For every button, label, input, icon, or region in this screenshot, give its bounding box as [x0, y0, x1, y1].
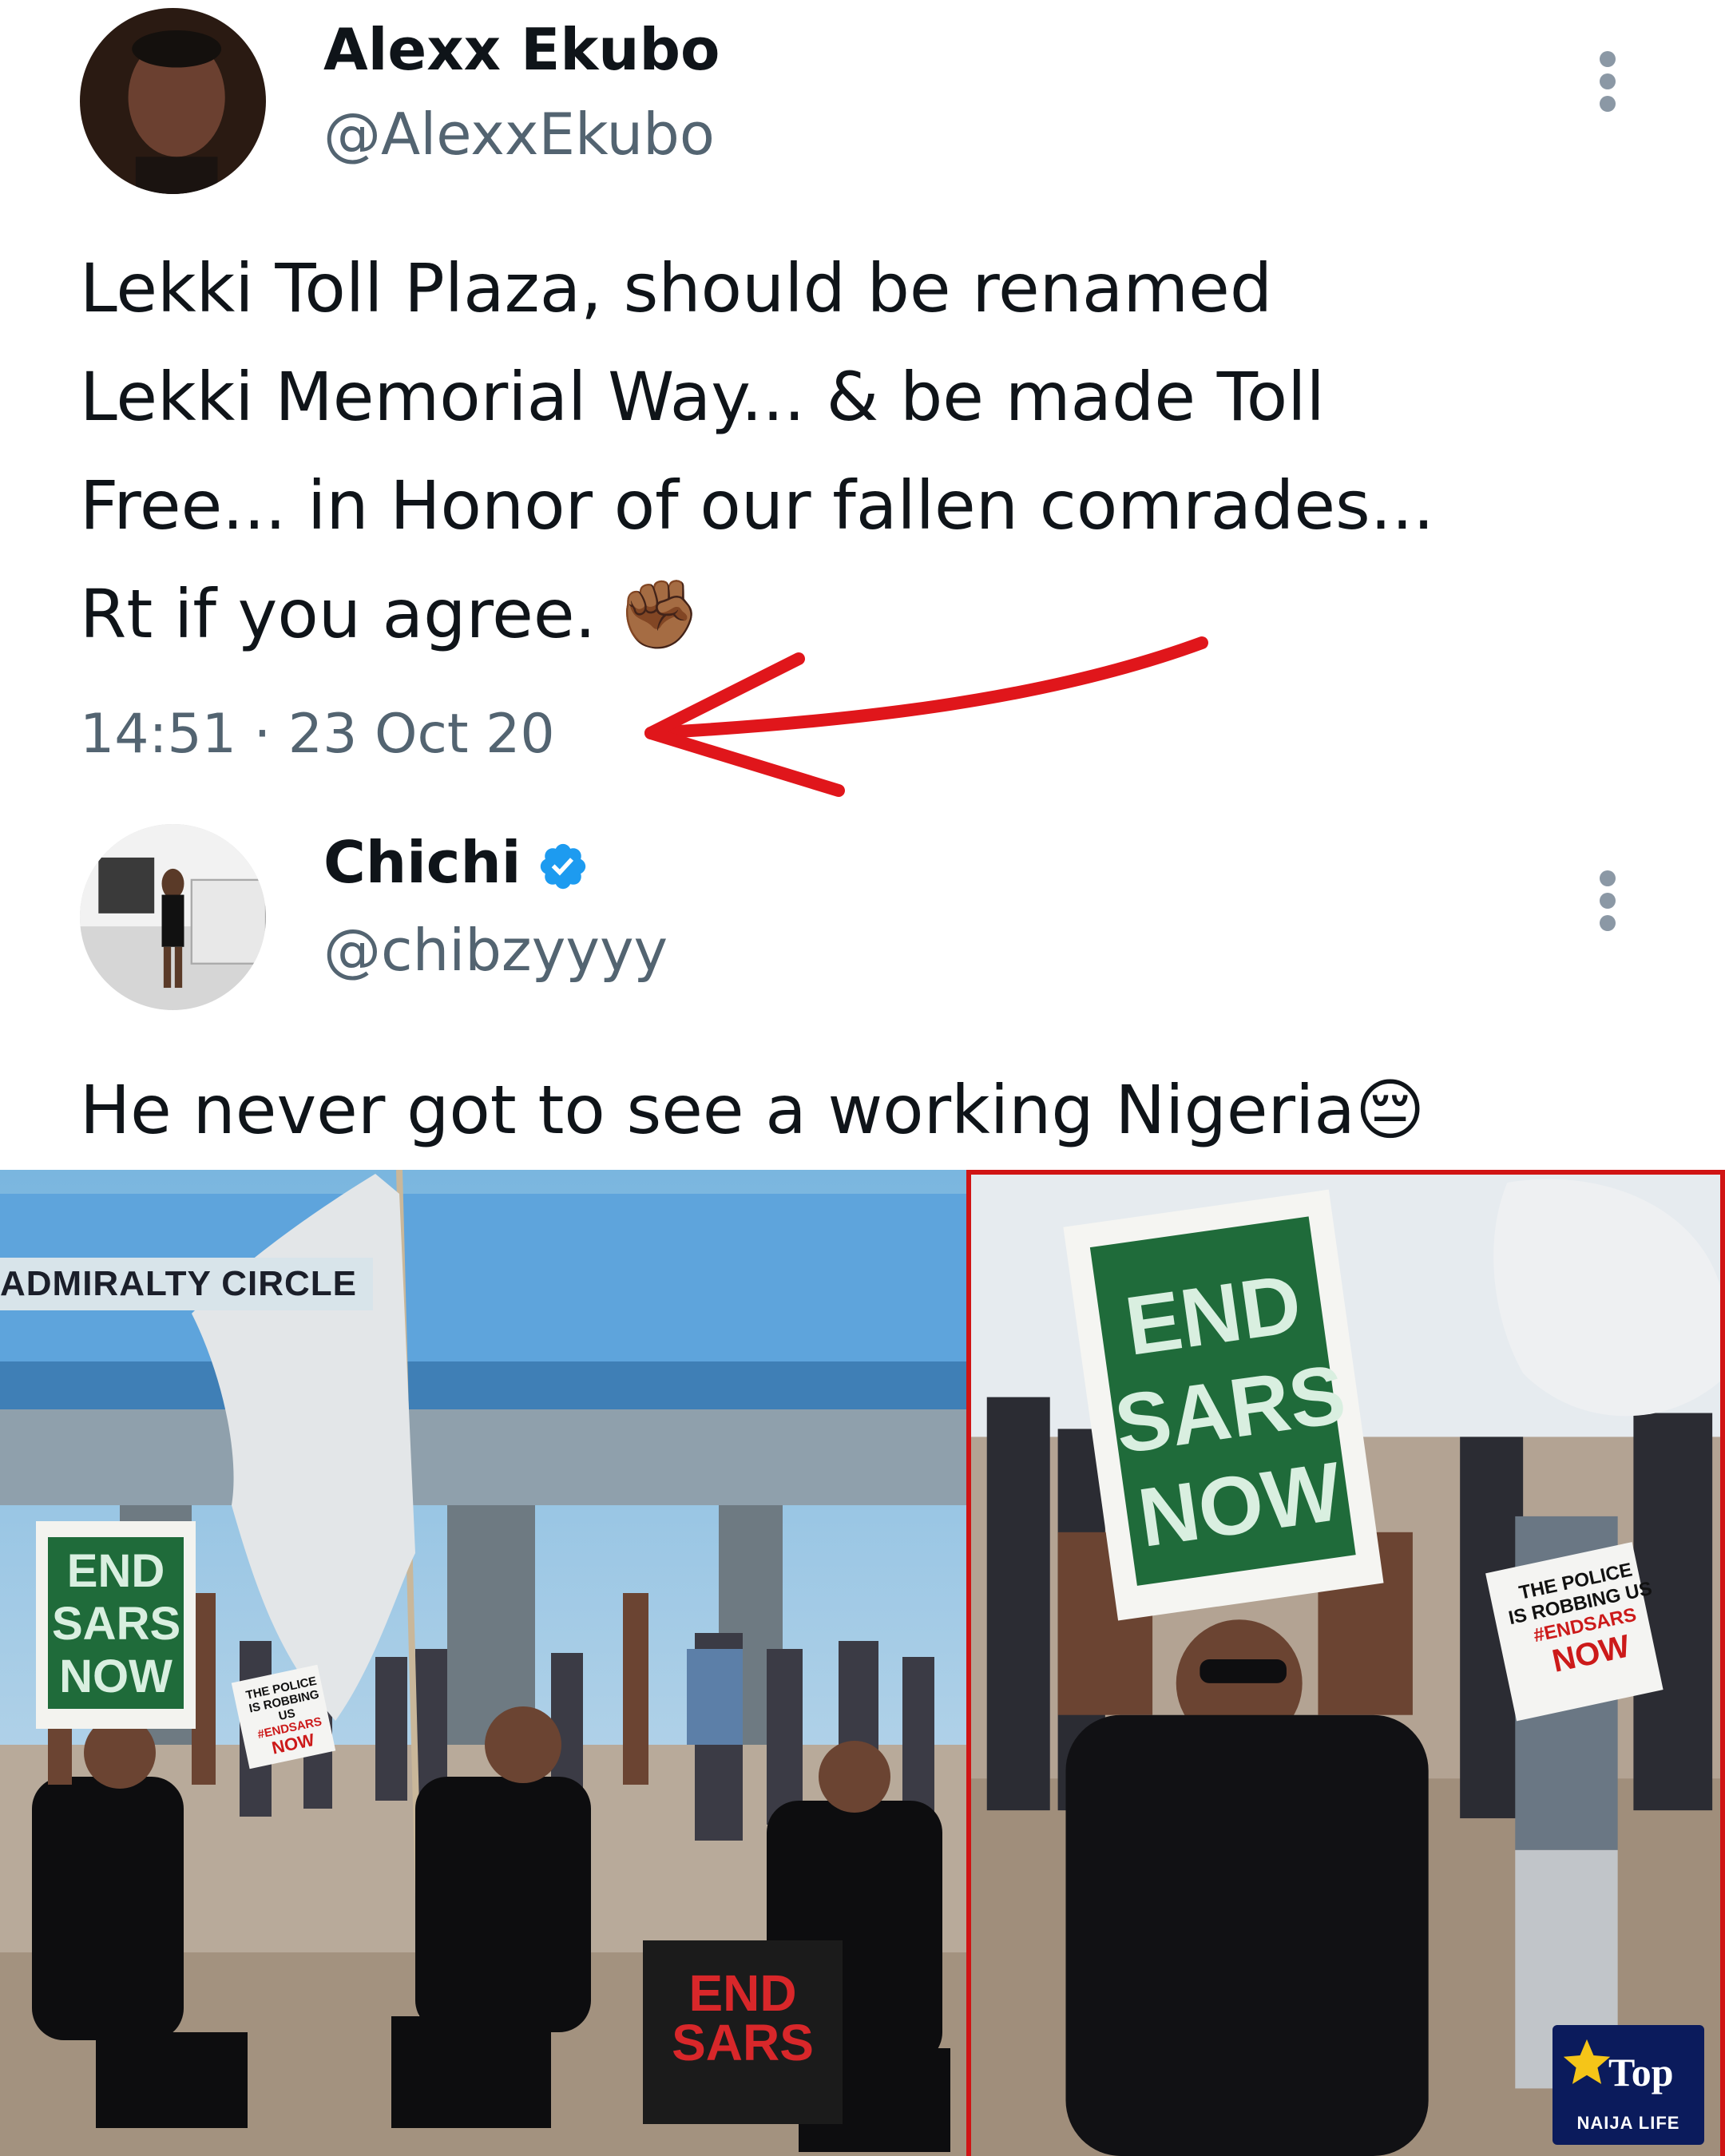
sign-line: SARS: [52, 1598, 181, 1650]
sign-line: END: [688, 1964, 797, 2022]
verified-badge-icon: [541, 844, 586, 890]
sign-line: END: [66, 1545, 165, 1597]
watermark-logo: Top NAIJA LIFE: [1552, 2025, 1704, 2145]
more-options-icon[interactable]: [1596, 870, 1620, 934]
display-name-row: Chichi: [323, 830, 589, 894]
protest-photo-group[interactable]: ADMIRALTY CIRCLE END SARS NOW THE POLICE…: [0, 1170, 966, 2156]
endsars-sign: END SARS NOW: [1096, 1252, 1357, 1567]
avatar[interactable]: [80, 8, 266, 194]
user-handle[interactable]: @chibzyyyy: [323, 918, 668, 982]
tweet-text: He never got to see a working Nigeria😔: [80, 1071, 1426, 1149]
sign-line: SARS: [672, 2014, 814, 2071]
tweet-timestamp[interactable]: 14:51 · 23 Oct 20: [80, 703, 555, 767]
display-name[interactable]: Alexx Ekubo: [323, 18, 720, 81]
banner-text: ADMIRALTY CIRCLE: [0, 1258, 374, 1310]
tweet-text: Lekki Toll Plaza, should be renamed Lekk…: [80, 249, 1434, 653]
display-name[interactable]: Chichi: [323, 829, 521, 896]
endsars-sign: END SARS NOW: [52, 1545, 180, 1703]
protest-photo-single[interactable]: END SARS NOW THE POLICE IS ROBBING US #E…: [966, 1170, 1725, 2156]
black-endsars-sign: END SARS: [643, 1964, 843, 2071]
user-handle[interactable]: @AlexxEkubo: [323, 102, 715, 166]
avatar[interactable]: [80, 824, 266, 1010]
watermark-logo-text: Top: [1608, 2050, 1674, 2095]
more-options-icon[interactable]: [1596, 51, 1620, 115]
star-icon: [1563, 2039, 1611, 2084]
tweet-alexx: Alexx Ekubo @AlexxEkubo Lekki Toll Plaza…: [0, 0, 1725, 799]
sign-line: NOW: [59, 1651, 172, 1702]
watermark-label: NAIJA LIFE: [1576, 2113, 1680, 2133]
tweet-chichi: Chichi @chibzyyyy He never got to see a …: [0, 799, 1725, 1166]
